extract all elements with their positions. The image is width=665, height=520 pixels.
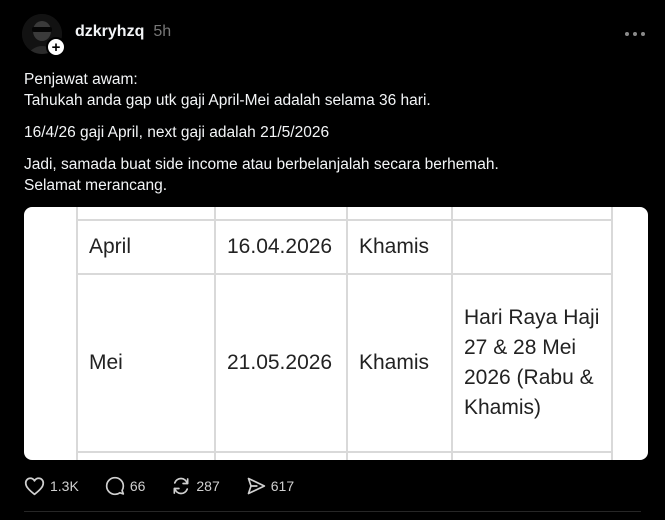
repost-button[interactable]: 287: [171, 476, 220, 496]
table-row: April 16.04.2026 Khamis: [76, 219, 613, 275]
post-line: Jadi, samada buat side income atau berbe…: [24, 156, 499, 173]
timestamp: 5h: [153, 23, 172, 40]
like-count: 1.3K: [50, 478, 79, 494]
thread-post: + dzkryhzq 5h Penjawat awam: Tahukah and…: [0, 0, 665, 520]
divider: [24, 511, 641, 512]
post-header: dzkryhzq 5h: [75, 23, 171, 41]
post-line: Penjawat awam:: [24, 71, 138, 88]
note-cell: [451, 219, 613, 275]
salary-table: April 16.04.2026 Khamis Mei 21.05.2026 K…: [76, 207, 613, 460]
reply-button[interactable]: 66: [105, 476, 146, 496]
send-icon: [247, 477, 265, 495]
date-cell: 21.05.2026: [214, 273, 348, 453]
date-cell: 16.04.2026: [214, 219, 348, 275]
day-cell: Khamis: [346, 219, 453, 275]
reply-count: 66: [129, 478, 146, 494]
repost-icon: [173, 477, 189, 495]
month-cell: Mei: [76, 273, 216, 453]
table-row: [76, 207, 613, 221]
follow-plus-icon[interactable]: +: [46, 37, 66, 57]
repost-count: 287: [196, 478, 220, 494]
username[interactable]: dzkryhzq: [75, 23, 144, 41]
post-body: Penjawat awam: Tahukah anda gap utk gaji…: [24, 69, 644, 196]
day-cell: Khamis: [346, 273, 453, 453]
heart-icon: [24, 477, 45, 496]
share-button[interactable]: 617: [246, 476, 294, 496]
speech-bubble-icon: [105, 476, 124, 496]
post-line: Selamat merancang.: [24, 177, 168, 194]
more-options-icon[interactable]: [625, 24, 647, 44]
avatar[interactable]: +: [22, 14, 66, 57]
note-cell: Hari Raya Haji 27 & 28 Mei 2026 (Rabu & …: [451, 273, 613, 453]
attached-image[interactable]: April 16.04.2026 Khamis Mei 21.05.2026 K…: [24, 207, 648, 460]
month-cell: April: [76, 219, 216, 275]
action-bar: 1.3K 66 287 617: [24, 476, 320, 496]
post-line: 16/4/26 gaji April, next gaji adalah 21/…: [24, 124, 330, 141]
table-row: [76, 451, 613, 460]
post-line: Tahukah anda gap utk gaji April-Mei adal…: [24, 92, 431, 109]
like-button[interactable]: 1.3K: [24, 476, 79, 496]
share-count: 617: [270, 478, 295, 494]
table-row: Mei 21.05.2026 Khamis Hari Raya Haji 27 …: [76, 273, 613, 453]
